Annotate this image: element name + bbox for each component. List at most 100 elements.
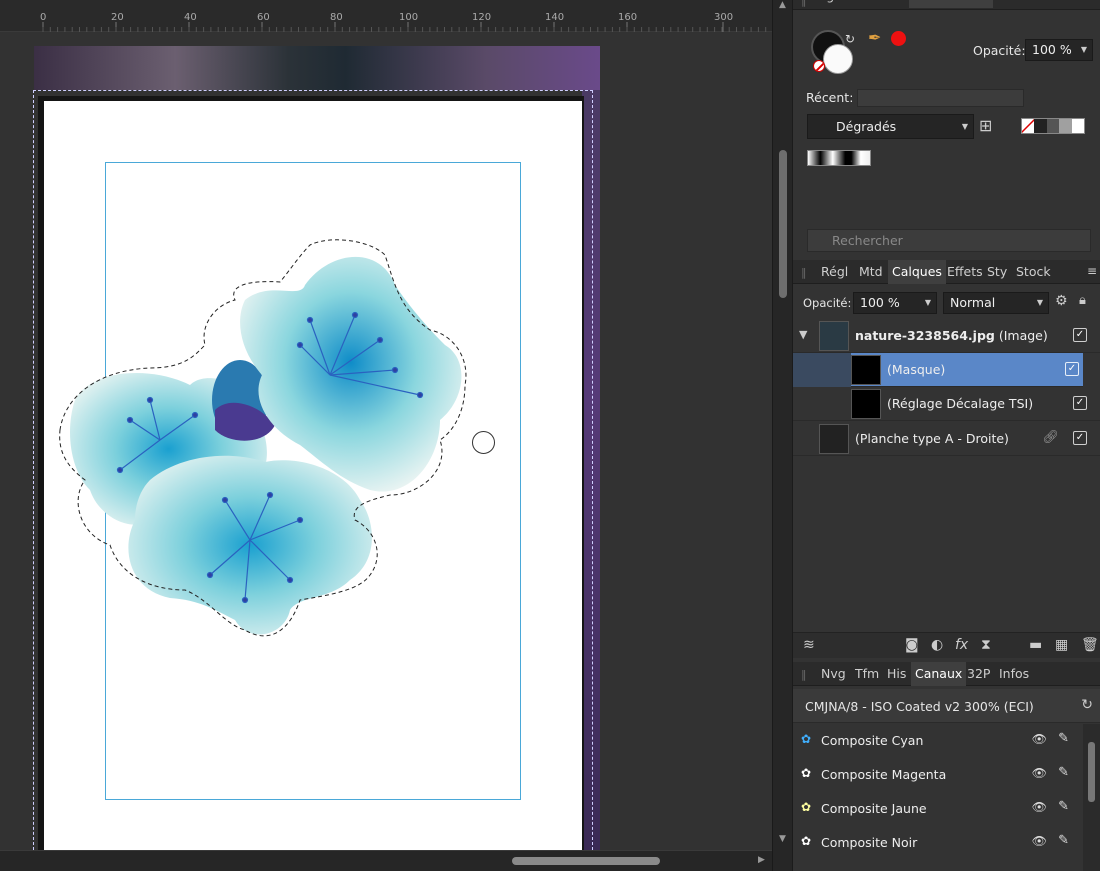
channel-row-magenta[interactable]: ✿ Composite Magenta 👁︎ ✎ [793,757,1083,791]
add-mask-icon[interactable]: ◙ [905,637,919,653]
palette-options-icon[interactable]: ⊞ [979,116,992,135]
tab-nvg[interactable]: Nvg [817,662,850,686]
pencil-icon[interactable]: ✎ [1058,731,1069,746]
adjustment-icon[interactable]: ◐ [931,637,943,653]
layer-opacity-label: Opacité: [803,296,852,310]
link-icon[interactable]: 🔗︎ [1042,430,1059,445]
folder-icon[interactable]: ▬ [1029,637,1042,653]
layer-visibility-checkbox[interactable]: ✓ [1073,431,1087,445]
horizontal-scrollbar[interactable]: ▶ [0,850,772,871]
hourglass-icon[interactable]: ⧗ [981,637,991,653]
channels-scrollbar[interactable] [1083,724,1100,871]
swap-colours-icon[interactable]: ↻ [845,32,855,46]
panel-menu-icon[interactable]: ≡ [1087,264,1097,278]
tab-canaux[interactable]: Canaux [911,662,967,686]
search-placeholder: Rechercher [832,233,903,248]
horizontal-scroll-thumb[interactable] [512,857,660,865]
flower-artwork[interactable] [0,0,772,871]
layer-visibility-checkbox[interactable]: ✓ [1073,328,1087,342]
channel-colour-icon: ✿ [801,732,812,746]
layer-opacity-dropdown[interactable]: 100 % ▼ [853,292,937,314]
stroke-colour-circle[interactable] [823,44,853,74]
scroll-down-arrow-icon[interactable]: ▼ [779,834,786,844]
layer-row-master-page[interactable]: (Planche type A - Droite) 🔗︎ ✓ [793,422,1100,456]
tab-effets[interactable]: Effets [943,260,987,284]
tab-sty[interactable]: Sty [983,260,1011,284]
channels-scroll-thumb[interactable] [1088,742,1095,802]
eye-icon[interactable]: 👁︎ [1032,732,1047,746]
pencil-icon[interactable]: ✎ [1058,765,1069,780]
layers-list-empty-area[interactable] [793,457,1100,632]
channel-row-yellow[interactable]: ✿ Composite Jaune 👁︎ ✎ [793,791,1083,825]
chevron-down-icon: ▼ [961,122,968,131]
palette-dropdown[interactable]: Dégradés ▼ [807,114,974,139]
channel-name: Composite Magenta [821,767,947,782]
layer-thumbnail [819,321,849,351]
layer-name: nature-3238564.jpg (Image) [855,328,1048,343]
tab-pinceaux[interactable]: Pinceaux [987,0,1051,8]
scroll-up-arrow-icon[interactable]: ▲ [779,0,786,10]
swatch-grey[interactable] [1059,119,1072,133]
colour-profile-bar: CMJNA/8 - ISO Coated v2 300% (ECI) ↻ [793,689,1100,723]
tab-his[interactable]: His [883,662,910,686]
swatch-none[interactable] [1022,119,1035,133]
panel-grip-icon[interactable]: || [801,0,807,7]
mini-swatches[interactable] [1021,118,1085,134]
gear-icon[interactable]: ⚙ [1055,293,1068,309]
document-canvas[interactable]: 0 20 40 60 80 100 120 140 160 300 ▶ [0,0,772,871]
tab-32p[interactable]: 32P [963,662,994,686]
swatch-black[interactable] [1034,119,1047,133]
no-colour-icon[interactable] [813,60,825,72]
vertical-scrollbar[interactable]: ▲ ▼ [772,0,792,871]
swatch-opacity-dropdown[interactable]: 100 % ▼ [1025,39,1093,61]
layer-row-hsl-adjustment[interactable]: (Réglage Décalage TSI) ✓ [793,387,1100,421]
tab-tfm[interactable]: Tfm [851,662,883,686]
colour-selector[interactable]: ↻ [811,30,861,80]
layer-visibility-checkbox[interactable]: ✓ [1065,362,1079,376]
recent-swatches-bar[interactable] [857,89,1024,107]
tab-stock[interactable]: Stock [1012,260,1055,284]
eye-icon[interactable]: 👁︎ [1032,834,1047,848]
pixel-layer-icon[interactable]: ▦ [1055,637,1068,653]
channel-row-black[interactable]: ✿ Composite Noir 👁︎ ✎ [793,825,1083,859]
chevron-down-icon: ▼ [924,298,931,307]
tab-echantillons[interactable]: Échantillons [909,0,993,8]
vertical-scroll-thumb[interactable] [779,150,787,298]
pencil-icon[interactable]: ✎ [1058,799,1069,814]
tab-mtd[interactable]: Mtd [855,260,887,284]
layers-stack-icon[interactable]: ≋ [803,637,815,653]
trash-icon[interactable]: 🗑︎ [1081,637,1099,653]
layer-row-mask[interactable]: (Masque) ✓ [851,353,1083,387]
eye-icon[interactable]: 👁︎ [1032,766,1047,780]
tab-couleur[interactable]: Couleur [855,0,912,8]
layer-row-image[interactable]: ▼ nature-3238564.jpg (Image) ✓ [793,319,1100,353]
scroll-right-arrow-icon[interactable]: ▶ [758,855,765,865]
tab-regl[interactable]: Régl [817,260,852,284]
eye-icon[interactable]: 👁︎ [1032,800,1047,814]
tab-fgm[interactable]: Fgm [815,0,850,8]
picked-colour-swatch[interactable] [891,31,906,46]
channel-colour-icon: ✿ [801,834,812,848]
chevron-down-icon: ▼ [1080,45,1087,54]
swatch-search-input[interactable]: Rechercher [807,229,1091,252]
panel-grip-icon[interactable]: || [801,668,807,681]
channel-row-cyan[interactable]: ✿ Composite Cyan 👁︎ ✎ [793,723,1083,757]
tab-infos[interactable]: Infos [995,662,1033,686]
collapse-triangle-icon[interactable]: ▼ [799,328,807,341]
lock-icon[interactable]: 🔒︎ [1079,293,1086,308]
tab-calques[interactable]: Calques [888,260,946,284]
channels-tabs: || Nvg Tfm His Canaux 32P Infos [793,662,1100,686]
swatch-dark-grey[interactable] [1046,119,1060,133]
refresh-icon[interactable]: ↻ [1081,697,1093,713]
swatch-white[interactable] [1071,119,1085,133]
panel-grip-icon[interactable]: || [801,266,807,279]
pencil-icon[interactable]: ✎ [1058,833,1069,848]
blend-mode-dropdown[interactable]: Normal ▼ [943,292,1049,314]
fx-icon[interactable]: fx [955,637,968,653]
channel-colour-icon: ✿ [801,800,812,814]
layer-visibility-checkbox[interactable]: ✓ [1073,396,1087,410]
studio-panel: || Fgm Couleur Échantillons Pinceaux ↻ ✒… [792,0,1100,871]
layer-name: (Réglage Décalage TSI) [887,396,1034,411]
colour-picker-icon[interactable]: ✒ [868,28,881,47]
gradient-swatch[interactable] [807,150,871,166]
